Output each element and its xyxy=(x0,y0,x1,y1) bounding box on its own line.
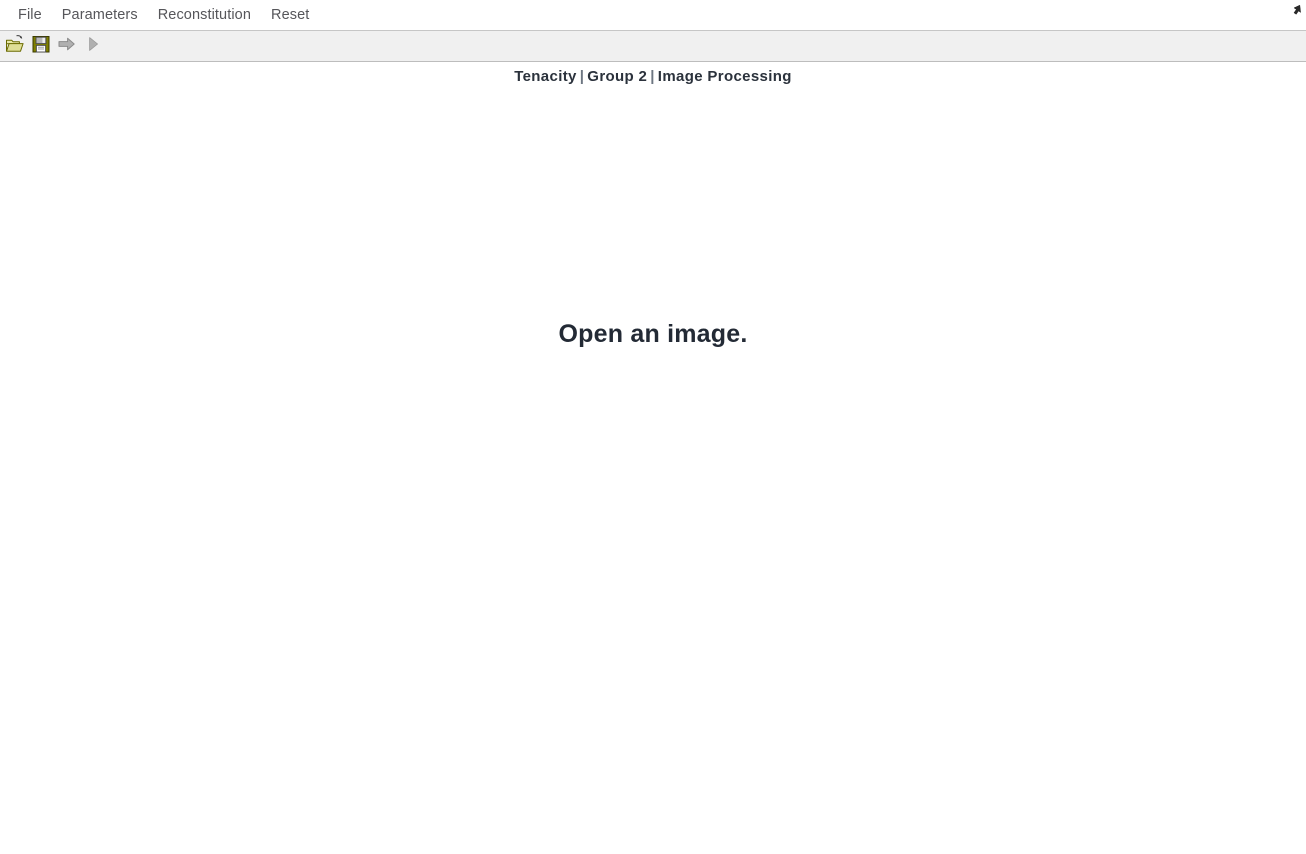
placeholder-message: Open an image. xyxy=(558,320,748,348)
menu-reset[interactable]: Reset xyxy=(261,8,319,23)
title-subject: Image Processing xyxy=(657,68,792,85)
toolbar xyxy=(0,30,1306,62)
save-file-button[interactable] xyxy=(28,33,54,59)
run-play-button[interactable] xyxy=(80,33,106,59)
title-group: Group 2 xyxy=(587,68,648,85)
menu-parameters[interactable]: Parameters xyxy=(52,8,148,23)
process-arrow-button[interactable] xyxy=(54,33,80,59)
menu-reconstitution[interactable]: Reconstitution xyxy=(148,8,261,23)
menu-bar: File Parameters Reconstitution Reset xyxy=(0,0,1306,30)
arrow-right-icon xyxy=(57,34,77,59)
title-app-name: Tenacity xyxy=(514,68,577,85)
save-floppy-icon xyxy=(31,34,51,59)
play-triangle-icon xyxy=(83,34,103,59)
open-folder-icon xyxy=(5,34,25,59)
title-separator-2: | xyxy=(650,68,655,85)
open-file-button[interactable] xyxy=(2,33,28,59)
menu-file[interactable]: File xyxy=(8,8,52,23)
image-canvas-area[interactable]: Open an image. xyxy=(0,95,1306,854)
title-separator-1: | xyxy=(579,68,585,85)
page-title: Tenacity | Group 2 | Image Processing xyxy=(0,68,1306,85)
